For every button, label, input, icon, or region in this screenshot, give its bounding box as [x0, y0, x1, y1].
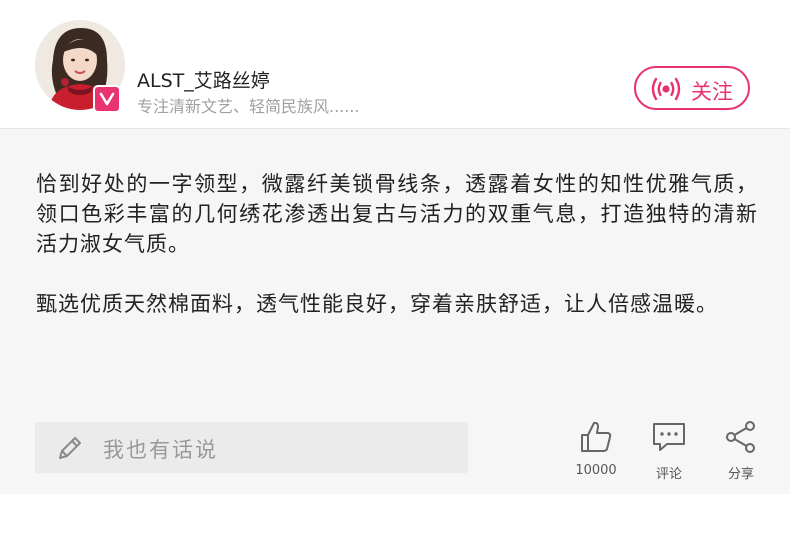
like-button[interactable]: 10000: [564, 419, 628, 479]
thumbs-up-icon: [581, 421, 612, 452]
follow-button[interactable]: 关注: [634, 66, 750, 110]
comment-button[interactable]: 评论: [637, 419, 701, 482]
verified-v-icon: [93, 85, 121, 113]
share-icon: [726, 421, 755, 453]
like-count: 10000: [575, 463, 617, 478]
share-label: 分享: [727, 467, 754, 482]
username[interactable]: ALST_艾路丝婷: [137, 66, 270, 93]
post-page: ALST_艾路丝婷 专注清新文艺、轻简民族风...... 关注 恰到好处的一字领…: [0, 0, 790, 547]
author-header: ALST_艾路丝婷 专注清新文艺、轻简民族风...... 关注: [0, 0, 790, 129]
follow-label: 关注: [691, 80, 733, 104]
comment-placeholder: 我也有话说: [103, 438, 218, 462]
pencil-icon: [59, 437, 81, 459]
share-button[interactable]: 分享: [709, 419, 773, 482]
post-paragraph: 恰到好处的一字领型，微露纤美锁骨线条，透露着女性的知性优雅气质，领口色彩丰富的几…: [36, 172, 758, 256]
author-bio: 专注清新文艺、轻简民族风......: [137, 97, 360, 116]
comment-input[interactable]: 我也有话说: [35, 422, 468, 473]
comment-icon: [653, 423, 685, 451]
broadcast-icon: [651, 77, 681, 101]
post-paragraph: 甄选优质天然棉面料，透气性能良好，穿着亲肤舒适，让人倍感温暖。: [36, 292, 718, 316]
post-content: 恰到好处的一字领型，微露纤美锁骨线条，透露着女性的知性优雅气质，领口色彩丰富的几…: [0, 129, 790, 494]
comment-label: 评论: [655, 467, 682, 482]
